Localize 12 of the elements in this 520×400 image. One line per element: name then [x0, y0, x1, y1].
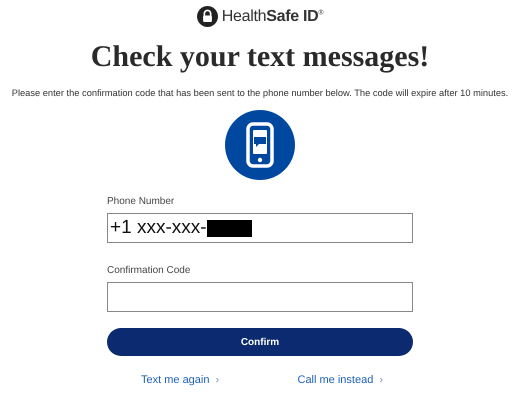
link[interactable]: Call me instead › [298, 374, 383, 386]
page-heading: Check your text messages! [90, 40, 430, 74]
input-field[interactable]: +1 xxx-xxx- [107, 213, 413, 243]
field-label: Phone Number [107, 196, 176, 207]
field-label: Confirmation Code [107, 265, 192, 276]
confirm-button[interactable]: Confirm [107, 328, 413, 356]
instructions-text: Please enter the confirmation code that has been sent to the phone number below. The code will expire after 10 minutes. [12, 88, 508, 98]
phone-message-icon [225, 110, 295, 180]
lock-icon [196, 6, 218, 27]
logo-text: HealthSafe ID$^{®}$ [222, 8, 324, 26]
link[interactable]: Text me again › [141, 374, 220, 386]
input-field[interactable] [107, 282, 413, 312]
